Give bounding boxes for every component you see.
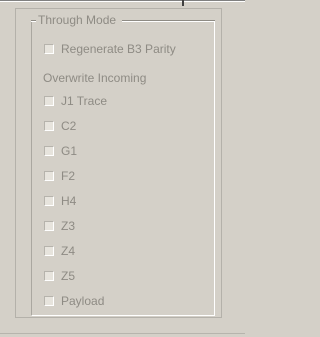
f2-box[interactable]: [44, 171, 54, 181]
regenerate-b3-parity-checkbox[interactable]: Regenerate B3 Parity: [44, 41, 176, 57]
j1-trace-checkbox[interactable]: J1 Trace: [44, 93, 107, 109]
h4-box[interactable]: [44, 196, 54, 206]
through-mode-title: Through Mode: [37, 12, 119, 28]
bottom-divider: [0, 333, 245, 334]
z4-box[interactable]: [44, 246, 54, 256]
top-divider-highlight: [0, 1, 245, 2]
h4-checkbox[interactable]: H4: [44, 193, 76, 209]
payload-checkbox[interactable]: Payload: [44, 293, 104, 309]
top-tick: [182, 0, 184, 6]
z3-checkbox[interactable]: Z3: [44, 218, 75, 234]
c2-checkbox[interactable]: C2: [44, 118, 76, 134]
c2-box[interactable]: [44, 121, 54, 131]
groupbox-top-rule-right-highlight: [122, 21, 215, 22]
f2-label: F2: [61, 169, 76, 183]
z5-checkbox[interactable]: Z5: [44, 268, 75, 284]
overwrite-incoming-label: Overwrite Incoming: [43, 71, 147, 85]
z5-label: Z5: [61, 269, 76, 283]
z4-label: Z4: [61, 244, 76, 258]
g1-checkbox[interactable]: G1: [44, 143, 77, 159]
groupbox-top-rule-left-highlight: [31, 21, 36, 22]
payload-box[interactable]: [44, 296, 54, 306]
g1-box[interactable]: [44, 146, 54, 156]
j1-trace-box[interactable]: [44, 96, 54, 106]
f2-checkbox[interactable]: F2: [44, 168, 75, 184]
z5-box[interactable]: [44, 271, 54, 281]
h4-label: H4: [61, 194, 77, 208]
g1-label: G1: [61, 144, 78, 158]
c2-label: C2: [61, 119, 77, 133]
z4-checkbox[interactable]: Z4: [44, 243, 75, 259]
regenerate-b3-parity-label: Regenerate B3 Parity: [61, 42, 176, 56]
regenerate-b3-parity-box[interactable]: [44, 44, 54, 54]
z3-label: Z3: [61, 219, 76, 233]
payload-label: Payload: [61, 294, 105, 308]
z3-box[interactable]: [44, 221, 54, 231]
j1-trace-label: J1 Trace: [61, 94, 108, 108]
